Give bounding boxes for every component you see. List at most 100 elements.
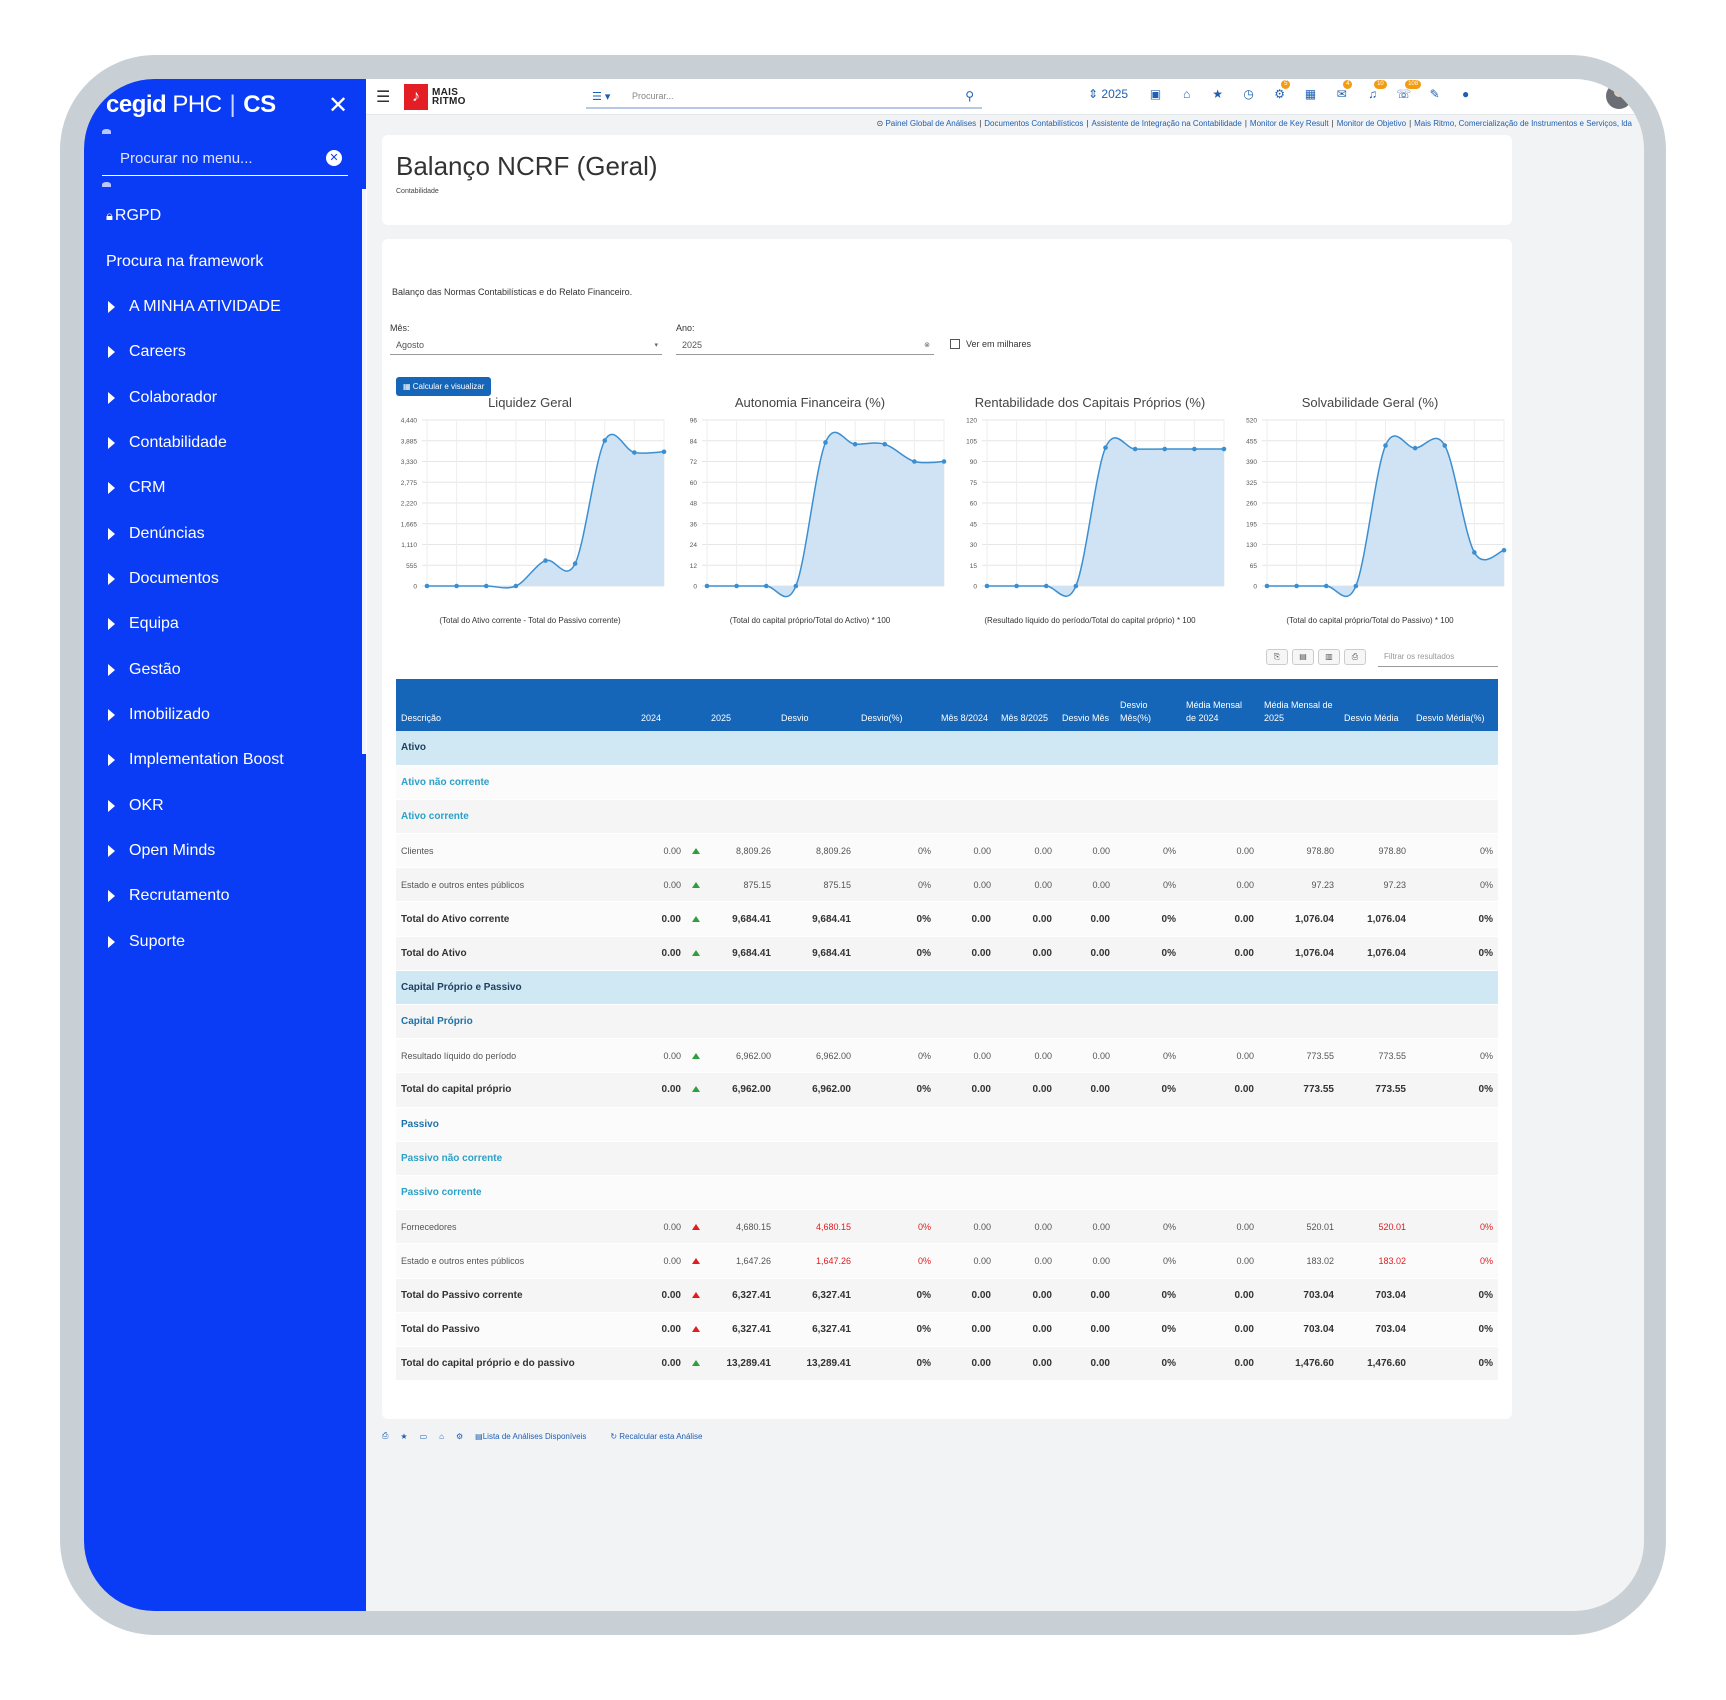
- year-selector[interactable]: ⇕ 2025: [1088, 87, 1128, 101]
- home-icon[interactable]: ⌂: [1171, 87, 1202, 101]
- quick-link[interactable]: Assistente de Integração na Contabilidad…: [1092, 119, 1242, 128]
- clear-year-icon[interactable]: ⊗: [924, 341, 930, 349]
- data-point[interactable]: [543, 558, 548, 563]
- column-header[interactable]: Desvio(%): [856, 679, 936, 731]
- data-point[interactable]: [882, 441, 888, 447]
- data-point[interactable]: [1383, 443, 1388, 448]
- data-point[interactable]: [1014, 583, 1019, 589]
- column-header[interactable]: Mês 8/2025: [996, 679, 1057, 731]
- monitor-footer-icon[interactable]: ▭: [420, 1432, 428, 1441]
- column-header[interactable]: Desvio Mês: [1057, 679, 1115, 731]
- data-point[interactable]: [1264, 583, 1270, 589]
- sidebar-item-careers[interactable]: Careers: [106, 343, 186, 361]
- data-point[interactable]: [483, 583, 489, 589]
- search-icon[interactable]: ⚲: [965, 89, 974, 103]
- column-header[interactable]: 2025: [706, 679, 776, 731]
- sidebar-item-suporte[interactable]: Suporte: [106, 933, 185, 951]
- data-point[interactable]: [912, 459, 917, 464]
- hamburger-menu-icon[interactable]: ☰: [376, 87, 390, 107]
- data-point[interactable]: [1294, 583, 1299, 589]
- global-search-input[interactable]: Procurar...: [632, 91, 965, 101]
- list-dropdown-icon[interactable]: ☰ ▾: [592, 90, 632, 103]
- sidebar-item-contabilidade[interactable]: Contabilidade: [106, 434, 227, 452]
- calendar-icon[interactable]: ▦: [1295, 87, 1326, 101]
- clock-icon[interactable]: ◷: [1233, 87, 1264, 101]
- column-header[interactable]: [686, 679, 706, 731]
- data-point[interactable]: [823, 440, 828, 445]
- data-point[interactable]: [704, 583, 710, 589]
- quick-link[interactable]: Monitor de Key Result: [1250, 119, 1329, 128]
- month-select[interactable]: Agosto ▾: [390, 335, 662, 355]
- data-point[interactable]: [793, 583, 799, 589]
- data-point[interactable]: [1043, 583, 1049, 589]
- quick-link[interactable]: Documentos Contabilísticos: [984, 119, 1083, 128]
- menu-search-input[interactable]: Procurar no menu... ✕: [102, 142, 348, 176]
- data-point[interactable]: [1412, 445, 1418, 451]
- bell-icon[interactable]: ♫ 10: [1357, 80, 1388, 101]
- sidebar-item-a-minha-atividade[interactable]: A MINHA ATIVIDADE: [106, 298, 281, 316]
- analysis-list-link[interactable]: ▤Lista de Análises Disponíveis: [475, 1432, 598, 1441]
- thousands-checkbox[interactable]: Ver em milhares: [950, 339, 1031, 349]
- column-header[interactable]: Descrição: [396, 679, 636, 731]
- close-sidebar-icon[interactable]: ✕: [328, 91, 348, 120]
- column-header[interactable]: Desvio Média(%): [1411, 679, 1498, 731]
- star-icon[interactable]: ★: [1202, 87, 1233, 101]
- print-footer-icon[interactable]: ⎙: [382, 1431, 388, 1441]
- column-header[interactable]: Desvio Mês(%): [1115, 679, 1181, 731]
- data-point[interactable]: [1221, 446, 1227, 452]
- sidebar-item-procura-na-framework[interactable]: Procura na framework: [106, 253, 263, 271]
- home-footer-icon[interactable]: ⌂: [439, 1432, 444, 1441]
- column-header[interactable]: Média Mensal de 2024: [1181, 679, 1259, 731]
- company-logo[interactable]: ♪ MAIS RITMO: [404, 84, 466, 110]
- checkbox-box[interactable]: [950, 339, 960, 349]
- data-point[interactable]: [1103, 445, 1108, 450]
- data-point[interactable]: [424, 583, 430, 589]
- clear-search-icon[interactable]: ✕: [326, 150, 342, 166]
- data-point[interactable]: [1442, 443, 1448, 448]
- sidebar-item-okr[interactable]: OKR: [106, 797, 164, 815]
- data-point[interactable]: [941, 459, 947, 464]
- favorite-icon[interactable]: ★: [400, 1432, 407, 1441]
- data-point[interactable]: [1073, 583, 1079, 589]
- sidebar-item-crm[interactable]: CRM: [106, 479, 165, 497]
- recalculate-link[interactable]: ↻ Recalcular esta Análise: [610, 1432, 714, 1441]
- column-header[interactable]: 2024: [636, 679, 686, 731]
- data-point[interactable]: [1353, 583, 1359, 589]
- data-point[interactable]: [1323, 583, 1329, 589]
- data-point[interactable]: [1501, 547, 1507, 553]
- column-header[interactable]: Desvio: [776, 679, 856, 731]
- data-point[interactable]: [1162, 446, 1168, 452]
- copy-icon[interactable]: ⎘: [1266, 649, 1288, 665]
- sidebar-item-rgpd[interactable]: 🔒︎ RGPD: [106, 207, 161, 225]
- quick-link[interactable]: Mais Ritmo, Comercialização de Instrumen…: [1414, 119, 1632, 128]
- year-input[interactable]: 2025 ⊗: [676, 335, 934, 355]
- lightbulb-icon[interactable]: ●: [1450, 87, 1481, 101]
- data-point[interactable]: [763, 583, 769, 589]
- data-point[interactable]: [632, 450, 637, 455]
- gears-icon[interactable]: ⚙ 5: [1264, 80, 1295, 101]
- monitor-icon[interactable]: ▣: [1140, 87, 1171, 101]
- data-point[interactable]: [513, 583, 519, 589]
- mail-icon[interactable]: ✉ 4: [1326, 80, 1357, 101]
- excel-icon[interactable]: ▤: [1292, 649, 1314, 665]
- sidebar-item-recrutamento[interactable]: Recrutamento: [106, 887, 230, 905]
- sidebar-item-open-minds[interactable]: Open Minds: [106, 842, 215, 860]
- data-point[interactable]: [1472, 550, 1477, 555]
- wrench-icon[interactable]: ✎: [1419, 87, 1450, 101]
- filter-results-input[interactable]: Filtrar os resultados: [1378, 649, 1498, 667]
- quick-link[interactable]: Monitor de Objetivo: [1337, 119, 1406, 128]
- column-header[interactable]: Mês 8/2024: [936, 679, 996, 731]
- data-point[interactable]: [1192, 446, 1197, 452]
- data-point[interactable]: [734, 583, 739, 589]
- data-point[interactable]: [661, 449, 667, 455]
- sidebar-item-den-ncias[interactable]: Denúncias: [106, 525, 205, 543]
- scroll-up-icon[interactable]: [102, 129, 111, 134]
- data-point[interactable]: [852, 441, 858, 447]
- data-point[interactable]: [454, 583, 459, 589]
- pdf-icon[interactable]: ▥: [1318, 649, 1340, 665]
- user-avatar[interactable]: [1606, 83, 1632, 109]
- sidebar-item-colaborador[interactable]: Colaborador: [106, 389, 217, 407]
- sidebar-item-implementation-boost[interactable]: Implementation Boost: [106, 751, 284, 769]
- quick-link[interactable]: Painel Global de Análises: [885, 119, 976, 128]
- settings-icon[interactable]: ⚙: [456, 1432, 463, 1441]
